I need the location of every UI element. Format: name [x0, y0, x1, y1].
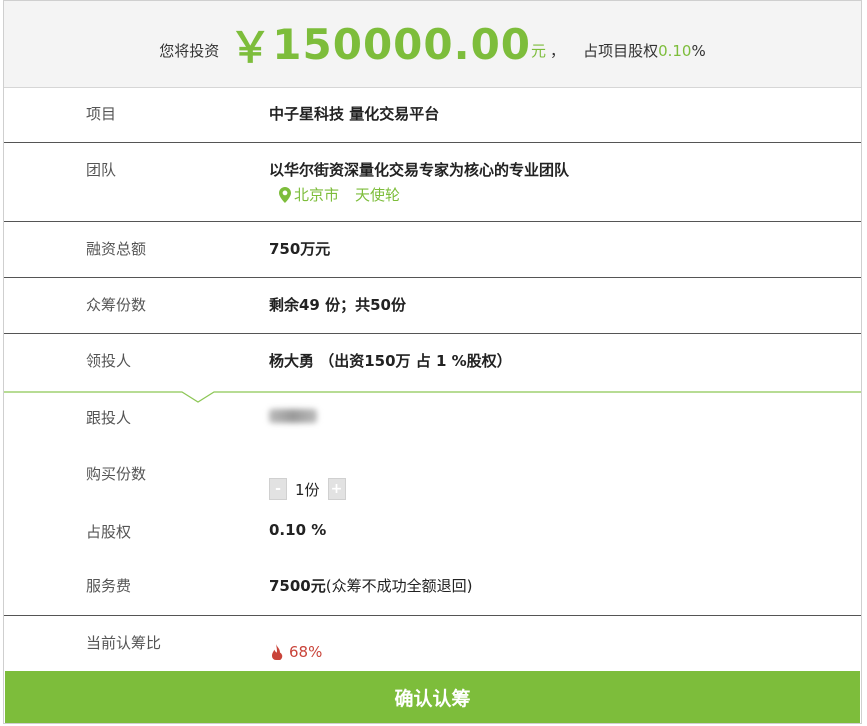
- row-team: 团队 以华尔街资深量化交易专家为核心的专业团队 北京市 天使轮: [4, 143, 861, 222]
- decrease-button[interactable]: -: [269, 478, 287, 500]
- follow-value: [269, 407, 317, 457]
- equity-value: 0.10 %: [269, 521, 327, 539]
- header-separator: ，: [550, 41, 566, 60]
- invest-amount: 150000.00: [272, 19, 532, 69]
- total-value: 750万元: [269, 240, 331, 258]
- team-label: 团队: [86, 161, 117, 179]
- project-value: 中子星科技 量化交易平台: [269, 105, 440, 123]
- row-project: 项目 中子星科技 量化交易平台: [4, 87, 861, 143]
- fee-label: 服务费: [86, 577, 132, 595]
- quantity-stepper: - 1份 +: [269, 463, 346, 515]
- row-ratio: 当前认筹比 68%: [4, 616, 861, 671]
- quantity-value: 1份: [295, 480, 320, 499]
- fee-amount: 7500元: [269, 577, 326, 595]
- lead-label: 领投人: [86, 352, 132, 370]
- share-suffix: %: [691, 41, 706, 60]
- team-value-block: 以华尔街资深量化交易专家为核心的专业团队 北京市 天使轮: [269, 159, 569, 221]
- team-location: 北京市 天使轮: [279, 184, 569, 205]
- equity-label: 占股权: [86, 523, 132, 541]
- team-stage: 天使轮: [355, 186, 401, 204]
- follow-label: 跟投人: [86, 409, 132, 427]
- flame-icon: [271, 643, 283, 660]
- investment-summary: 您将投资 ￥ 150000.00 元 ， 占项目股权0.10%: [4, 1, 861, 88]
- share-value: 0.10: [658, 41, 692, 60]
- increase-button[interactable]: +: [327, 478, 346, 500]
- lead-value: 杨大勇 （出资150万 占 1 %股权）: [269, 352, 512, 370]
- share-text: 占项目股权0.10%: [583, 40, 706, 61]
- map-pin-icon: [279, 186, 291, 203]
- ratio-label: 当前认筹比: [86, 634, 162, 652]
- row-follow: 跟投人: [4, 405, 861, 457]
- buy-label: 购买份数: [86, 465, 147, 483]
- row-buy: 购买份数 - 1份 +: [4, 459, 861, 515]
- team-city: 北京市: [294, 186, 340, 204]
- shares-label: 众筹份数: [86, 296, 147, 314]
- invest-unit: 元: [531, 41, 547, 60]
- blurred-name: [269, 409, 317, 423]
- fee-note: (众筹不成功全额退回): [325, 577, 473, 595]
- share-prefix: 占项目股权: [583, 41, 659, 60]
- invest-confirm-panel: 您将投资 ￥ 150000.00 元 ， 占项目股权0.10% 项目 中子星科技…: [3, 0, 862, 724]
- row-lead: 领投人 杨大勇 （出资150万 占 1 %股权）: [4, 334, 861, 391]
- row-total: 融资总额 750万元: [4, 222, 861, 278]
- shares-value: 剩余49 份；共50份: [269, 296, 406, 314]
- row-shares: 众筹份数 剩余49 份；共50份: [4, 278, 861, 334]
- ratio-value: 68%: [289, 642, 323, 661]
- confirm-button[interactable]: 确认认筹: [5, 671, 860, 723]
- total-label: 融资总额: [86, 240, 147, 258]
- section-divider: [4, 391, 861, 403]
- fee-value: 7500元(众筹不成功全额退回): [269, 575, 472, 615]
- team-value: 以华尔街资深量化交易专家为核心的专业团队: [269, 161, 570, 179]
- row-equity: 占股权 0.10 %: [4, 517, 861, 571]
- invest-prefix: 您将投资: [159, 41, 220, 60]
- project-label: 项目: [86, 105, 117, 123]
- currency-symbol: ￥: [229, 22, 273, 72]
- ratio-value-block: 68%: [269, 632, 322, 671]
- row-fee: 服务费 7500元(众筹不成功全额退回): [4, 571, 861, 616]
